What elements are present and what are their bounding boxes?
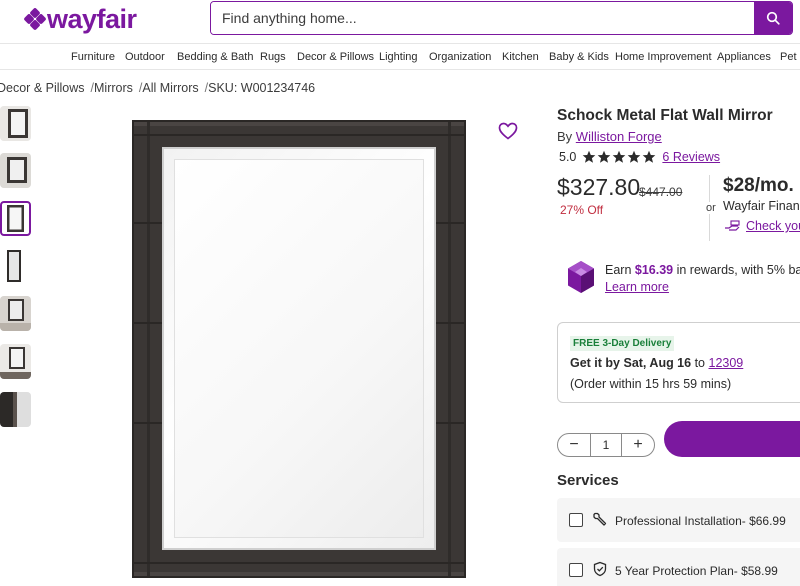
favorite-heart-icon[interactable] — [498, 122, 518, 140]
search-bar — [210, 1, 793, 35]
search-icon — [766, 11, 780, 25]
brand-link[interactable]: Williston Forge — [576, 129, 662, 144]
zip-link[interactable]: 12309 — [709, 356, 744, 370]
brand-line: By Williston Forge — [557, 129, 662, 144]
breadcrumb: Decor & Pillows/Mirrors/All Mirrors/SKU:… — [0, 81, 315, 95]
nav-item-pet[interactable]: Pet — [780, 51, 797, 63]
rewards-gem-icon — [568, 261, 594, 293]
thumbnail-7[interactable] — [0, 392, 31, 427]
add-to-cart-button[interactable] — [664, 421, 800, 457]
rating-stars — [582, 150, 657, 164]
mirror-glass — [162, 147, 436, 550]
product-title: Schock Metal Flat Wall Mirror — [557, 107, 773, 124]
rewards-text: Earn $16.39 in rewards, with 5% back — [605, 263, 800, 277]
nav-item-home-improvement[interactable]: Home Improvement — [615, 51, 712, 63]
delivery-date: Get it by Sat, Aug 16 to 12309 — [570, 356, 743, 370]
quantity-value[interactable]: 1 — [590, 434, 622, 456]
to-label: to — [694, 356, 706, 370]
learn-more-row: Learn more — [605, 280, 669, 294]
nav-item-decor-pillows[interactable]: Decor & Pillows — [297, 51, 374, 63]
get-it-by: Get it by Sat, Aug 16 — [570, 356, 692, 370]
thumbnail-5[interactable] — [0, 296, 31, 331]
nav-item-organization[interactable]: Organization — [429, 51, 491, 63]
hand-card-icon — [725, 220, 740, 231]
earn-prefix: Earn — [605, 263, 632, 277]
earn-suffix: in rewards, with 5% back — [676, 263, 800, 277]
product-main-image[interactable] — [132, 120, 466, 578]
thumbnail-1[interactable] — [0, 106, 31, 141]
nav-item-lighting[interactable]: Lighting — [379, 51, 418, 63]
shield-check-icon — [593, 561, 607, 577]
breadcrumb-all-mirrors[interactable]: All Mirrors — [142, 81, 198, 95]
nav-item-outdoor[interactable]: Outdoor — [125, 51, 165, 63]
reviews-link[interactable]: 6 Reviews — [662, 150, 720, 164]
category-nav: Furniture Outdoor Bedding & Bath Rugs De… — [0, 44, 800, 70]
protection-checkbox[interactable] — [569, 563, 583, 577]
check-link[interactable]: Check your — [746, 219, 800, 233]
or-label: or — [705, 202, 717, 214]
decrease-quantity-button[interactable]: − — [558, 434, 590, 456]
service-option-installation[interactable]: Professional Installation- $66.99 — [557, 498, 800, 542]
finance-label: Wayfair Finance — [723, 199, 800, 213]
nav-item-bedding-bath[interactable]: Bedding & Bath — [177, 51, 253, 63]
discount-label: 27% Off — [560, 203, 604, 217]
learn-more-link[interactable]: Learn more — [605, 280, 669, 294]
nav-item-furniture[interactable]: Furniture — [71, 51, 115, 63]
was-price: $447.00 — [639, 185, 683, 199]
wayfair-logo[interactable]: wayfair — [23, 4, 137, 34]
services-heading: Services — [557, 472, 619, 489]
star-icon — [628, 150, 641, 163]
delivery-box: FREE 3-Day Delivery Get it by Sat, Aug 1… — [557, 322, 800, 403]
check-eligibility[interactable]: Check your — [724, 219, 800, 233]
installation-label: Professional Installation- $66.99 — [615, 514, 786, 528]
nav-item-rugs[interactable]: Rugs — [260, 51, 286, 63]
logo-text: wayfair — [47, 4, 137, 34]
header: wayfair — [0, 0, 800, 44]
breadcrumb-sku: SKU: W001234746 — [208, 81, 316, 95]
sale-price: $327.80 — [557, 174, 641, 200]
search-input[interactable] — [211, 2, 756, 34]
nav-item-appliances[interactable]: Appliances — [717, 51, 771, 63]
increase-quantity-button[interactable]: + — [622, 434, 654, 456]
breadcrumb-decor-pillows[interactable]: Decor & Pillows — [0, 81, 85, 95]
nav-item-baby-kids[interactable]: Baby & Kids — [549, 51, 609, 63]
wrench-icon — [593, 512, 607, 526]
service-option-protection[interactable]: 5 Year Protection Plan- $58.99 — [557, 548, 800, 586]
free-delivery-badge: FREE 3-Day Delivery — [570, 336, 675, 351]
thumbnail-6[interactable] — [0, 344, 31, 379]
thumbnail-3-selected[interactable] — [0, 201, 31, 236]
star-icon — [583, 150, 596, 163]
rewards-amount: $16.39 — [634, 263, 674, 277]
star-icon — [643, 150, 656, 163]
monthly-price: $28/mo. — [723, 175, 794, 196]
by-prefix: By — [557, 129, 573, 144]
thumbnail-2[interactable] — [0, 153, 31, 188]
star-icon — [598, 150, 611, 163]
rating-row: 5.0 6 Reviews — [559, 150, 720, 164]
logo-mark-icon — [23, 7, 47, 31]
nav-item-kitchen[interactable]: Kitchen — [502, 51, 539, 63]
rating-value: 5.0 — [559, 150, 577, 164]
star-icon — [613, 150, 626, 163]
order-within: (Order within 15 hrs 59 mins) — [570, 377, 732, 391]
search-button[interactable] — [754, 2, 792, 34]
thumbnail-4[interactable] — [0, 248, 31, 283]
protection-label: 5 Year Protection Plan- $58.99 — [615, 564, 778, 578]
installation-checkbox[interactable] — [569, 513, 583, 527]
quantity-stepper: − 1 + — [557, 433, 655, 457]
breadcrumb-mirrors[interactable]: Mirrors — [94, 81, 133, 95]
